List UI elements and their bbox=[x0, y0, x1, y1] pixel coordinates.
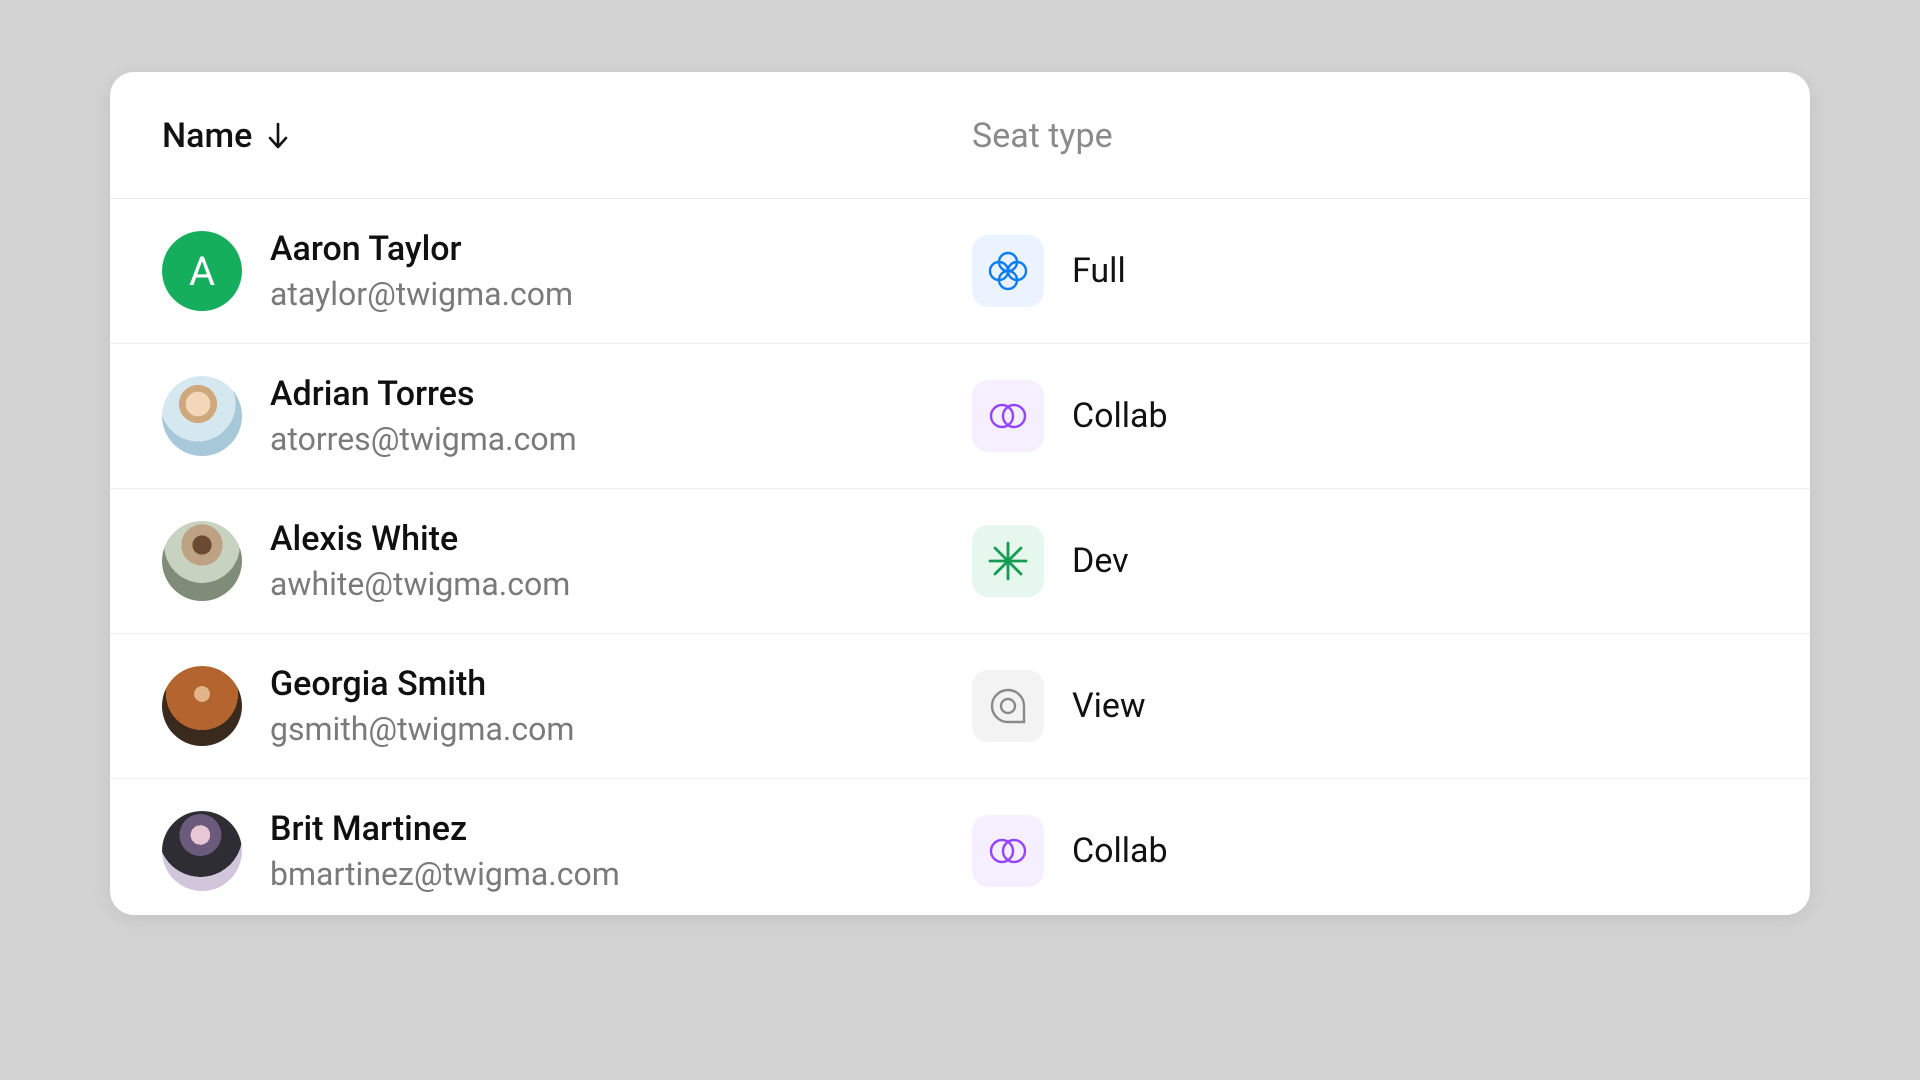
user-email: bmartinez@twigma.com bbox=[270, 855, 620, 893]
seat-type-label: View bbox=[1072, 686, 1146, 726]
column-header-seat-label: Seat type bbox=[972, 116, 1113, 156]
user-cell: Alexis White awhite@twigma.com bbox=[162, 519, 972, 603]
seat-cell[interactable]: Dev bbox=[972, 525, 1758, 597]
seat-type-label: Full bbox=[1072, 251, 1126, 291]
user-email: ataylor@twigma.com bbox=[270, 275, 573, 313]
user-text: Brit Martinez bmartinez@twigma.com bbox=[270, 809, 620, 893]
user-email: awhite@twigma.com bbox=[270, 565, 570, 603]
seat-cell[interactable]: Collab bbox=[972, 380, 1758, 452]
table-row[interactable]: Georgia Smith gsmith@twigma.com View bbox=[110, 634, 1810, 779]
full-seat-icon bbox=[972, 235, 1044, 307]
avatar bbox=[162, 376, 242, 456]
user-name: Aaron Taylor bbox=[270, 229, 573, 269]
seat-type-label: Collab bbox=[1072, 396, 1168, 436]
table-header: Name Seat type bbox=[110, 72, 1810, 199]
avatar bbox=[162, 811, 242, 891]
avatar-initial: A bbox=[189, 248, 215, 295]
user-text: Aaron Taylor ataylor@twigma.com bbox=[270, 229, 573, 313]
avatar bbox=[162, 666, 242, 746]
dev-seat-icon bbox=[972, 525, 1044, 597]
user-email: atorres@twigma.com bbox=[270, 420, 577, 458]
avatar: A bbox=[162, 231, 242, 311]
collab-seat-icon bbox=[972, 380, 1044, 452]
avatar bbox=[162, 521, 242, 601]
user-text: Georgia Smith gsmith@twigma.com bbox=[270, 664, 574, 748]
user-cell: A Aaron Taylor ataylor@twigma.com bbox=[162, 229, 972, 313]
table-row[interactable]: Alexis White awhite@twigma.com Dev bbox=[110, 489, 1810, 634]
user-cell: Georgia Smith gsmith@twigma.com bbox=[162, 664, 972, 748]
user-text: Adrian Torres atorres@twigma.com bbox=[270, 374, 577, 458]
user-name: Adrian Torres bbox=[270, 374, 577, 414]
column-header-seat-type[interactable]: Seat type bbox=[972, 116, 1758, 156]
seat-cell[interactable]: Collab bbox=[972, 815, 1758, 887]
table-row[interactable]: Adrian Torres atorres@twigma.com Collab bbox=[110, 344, 1810, 489]
seat-cell[interactable]: View bbox=[972, 670, 1758, 742]
user-name: Alexis White bbox=[270, 519, 570, 559]
table-row[interactable]: Brit Martinez bmartinez@twigma.com Colla… bbox=[110, 779, 1810, 915]
users-table-card: Name Seat type A Aaron Taylor ataylor@tw… bbox=[110, 72, 1810, 915]
user-name: Brit Martinez bbox=[270, 809, 620, 849]
table-row[interactable]: A Aaron Taylor ataylor@twigma.com Full bbox=[110, 199, 1810, 344]
column-header-name-label: Name bbox=[162, 116, 252, 156]
sort-arrow-down-icon bbox=[266, 122, 290, 150]
user-cell: Brit Martinez bmartinez@twigma.com bbox=[162, 809, 972, 893]
user-email: gsmith@twigma.com bbox=[270, 710, 574, 748]
column-header-name[interactable]: Name bbox=[162, 116, 972, 156]
user-name: Georgia Smith bbox=[270, 664, 574, 704]
seat-type-label: Dev bbox=[1072, 541, 1129, 581]
user-text: Alexis White awhite@twigma.com bbox=[270, 519, 570, 603]
seat-cell[interactable]: Full bbox=[972, 235, 1758, 307]
user-cell: Adrian Torres atorres@twigma.com bbox=[162, 374, 972, 458]
collab-seat-icon bbox=[972, 815, 1044, 887]
view-seat-icon bbox=[972, 670, 1044, 742]
seat-type-label: Collab bbox=[1072, 831, 1168, 871]
